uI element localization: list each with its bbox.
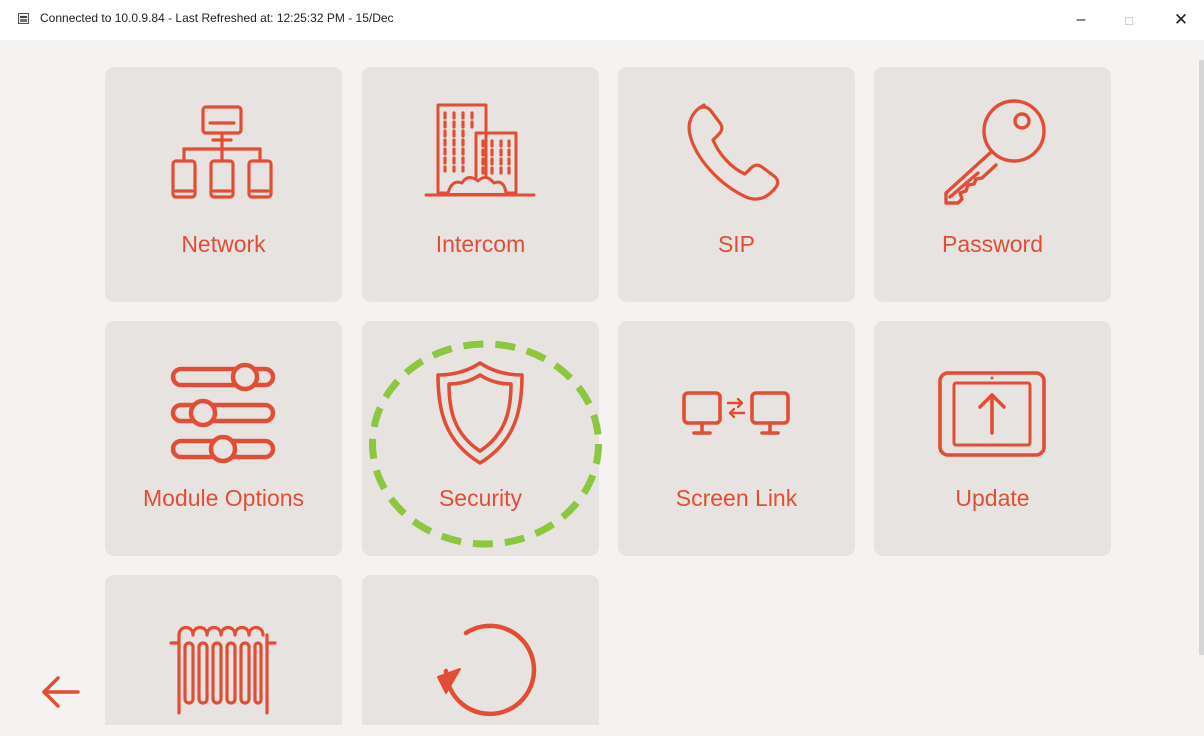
screen-link-icon: [682, 391, 790, 435]
sliders-icon: [170, 362, 276, 464]
tile-label: Module Options: [142, 485, 305, 511]
reset-icon: [437, 623, 537, 717]
window-title: Connected to 10.0.9.84 - Last Refreshed …: [40, 11, 394, 25]
radiator-icon: [169, 625, 277, 715]
tile-module-options[interactable]: Module Options: [105, 321, 342, 556]
scrollbar[interactable]: [1199, 60, 1204, 655]
building-icon: [424, 103, 536, 197]
tile-sip[interactable]: SIP: [618, 67, 855, 302]
tile-label: Update: [955, 485, 1030, 511]
app-icon: [18, 13, 29, 24]
tile-reset[interactable]: [362, 575, 599, 725]
phone-icon: [687, 103, 780, 201]
network-icon: [171, 105, 273, 199]
back-arrow-icon[interactable]: [38, 672, 82, 712]
tile-label: SIP: [717, 231, 756, 257]
tile-heating[interactable]: [105, 575, 342, 725]
tile-label: Screen Link: [675, 485, 798, 511]
tile-network[interactable]: Network: [105, 67, 342, 302]
highlight-ring: [369, 340, 602, 548]
tile-update[interactable]: Update: [874, 321, 1111, 556]
tile-intercom[interactable]: Intercom: [362, 67, 599, 302]
key-icon: [944, 99, 1046, 205]
close-button[interactable]: ✕: [1159, 0, 1203, 40]
tile-label: Network: [181, 231, 266, 257]
title-bar: Connected to 10.0.9.84 - Last Refreshed …: [0, 0, 1204, 40]
minimize-button[interactable]: –: [1059, 0, 1103, 40]
tile-label: Intercom: [435, 231, 526, 257]
tile-label: Password: [942, 231, 1043, 257]
maximize-button[interactable]: □: [1107, 0, 1151, 40]
update-icon: [938, 371, 1046, 457]
tile-screen-link[interactable]: Screen Link: [618, 321, 855, 556]
tile-password[interactable]: Password: [874, 67, 1111, 302]
